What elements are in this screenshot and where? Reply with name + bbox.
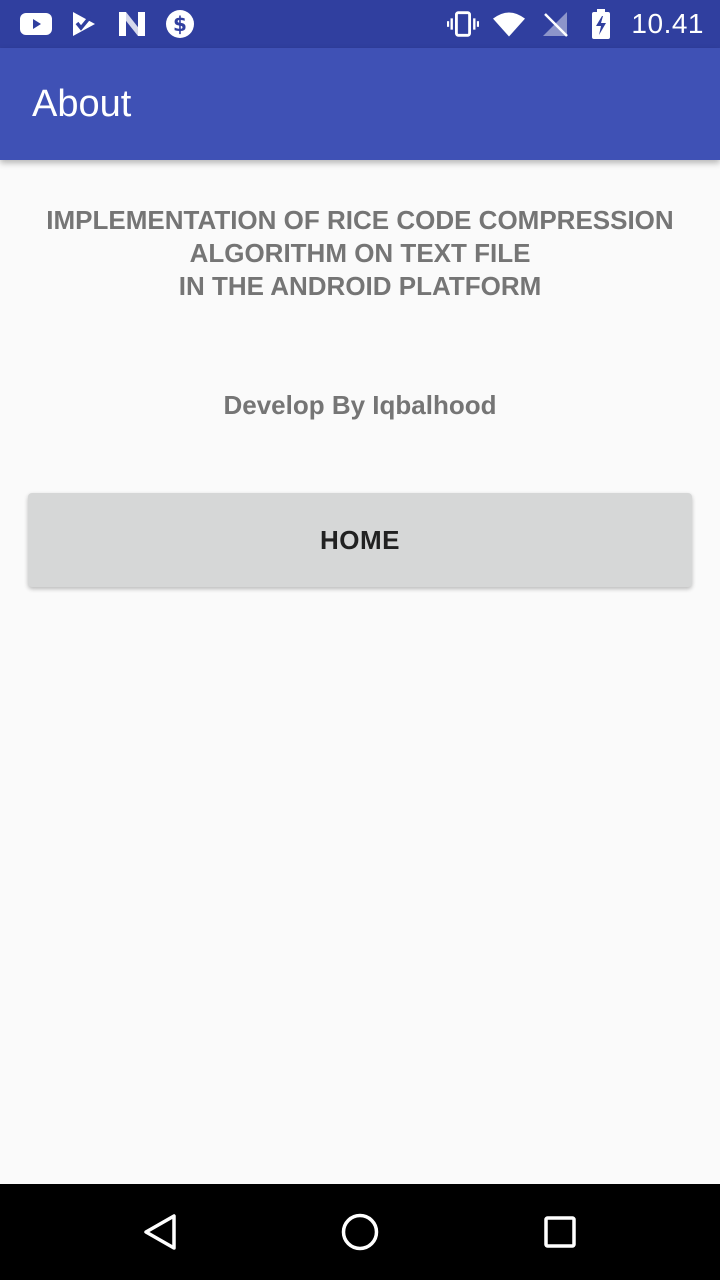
status-clock: 10.41 [631, 8, 704, 39]
n-app-icon [116, 8, 148, 40]
checkmark-app-icon [68, 8, 100, 40]
dollar-icon: $ [164, 8, 196, 40]
home-circle-icon[interactable] [336, 1208, 384, 1256]
developer-credit: Develop By Iqbalhood [223, 390, 497, 420]
status-bar-right: 10.41 [447, 0, 704, 48]
wifi-icon [493, 8, 526, 40]
project-title: IMPLEMENTATION OF RICE CODE COMPRESSION … [20, 204, 700, 303]
battery-charging-icon [585, 8, 617, 40]
youtube-icon [20, 8, 52, 40]
no-signal-icon [539, 8, 571, 40]
project-title-line-3: IN THE ANDROID PLATFORM [178, 271, 542, 301]
page-title: About [32, 83, 132, 125]
about-screen: $ 10.41 About IMPLEMENTATION OF RICE COD… [0, 0, 720, 1280]
home-button-label: HOME [320, 524, 400, 555]
app-bar: About [0, 48, 720, 160]
svg-text:$: $ [173, 12, 187, 36]
project-title-line-2: ALGORITHM ON TEXT FILE [189, 238, 531, 268]
recents-icon[interactable] [536, 1208, 584, 1256]
vibrate-icon [447, 8, 480, 40]
status-bar: $ 10.41 [0, 0, 720, 48]
about-content: IMPLEMENTATION OF RICE CODE COMPRESSION … [0, 160, 720, 1184]
project-title-line-1: IMPLEMENTATION OF RICE CODE COMPRESSION [46, 205, 674, 235]
status-bar-left: $ [20, 0, 212, 48]
back-icon[interactable] [136, 1208, 184, 1256]
home-button[interactable]: HOME [28, 493, 692, 587]
navigation-bar [0, 1184, 720, 1280]
